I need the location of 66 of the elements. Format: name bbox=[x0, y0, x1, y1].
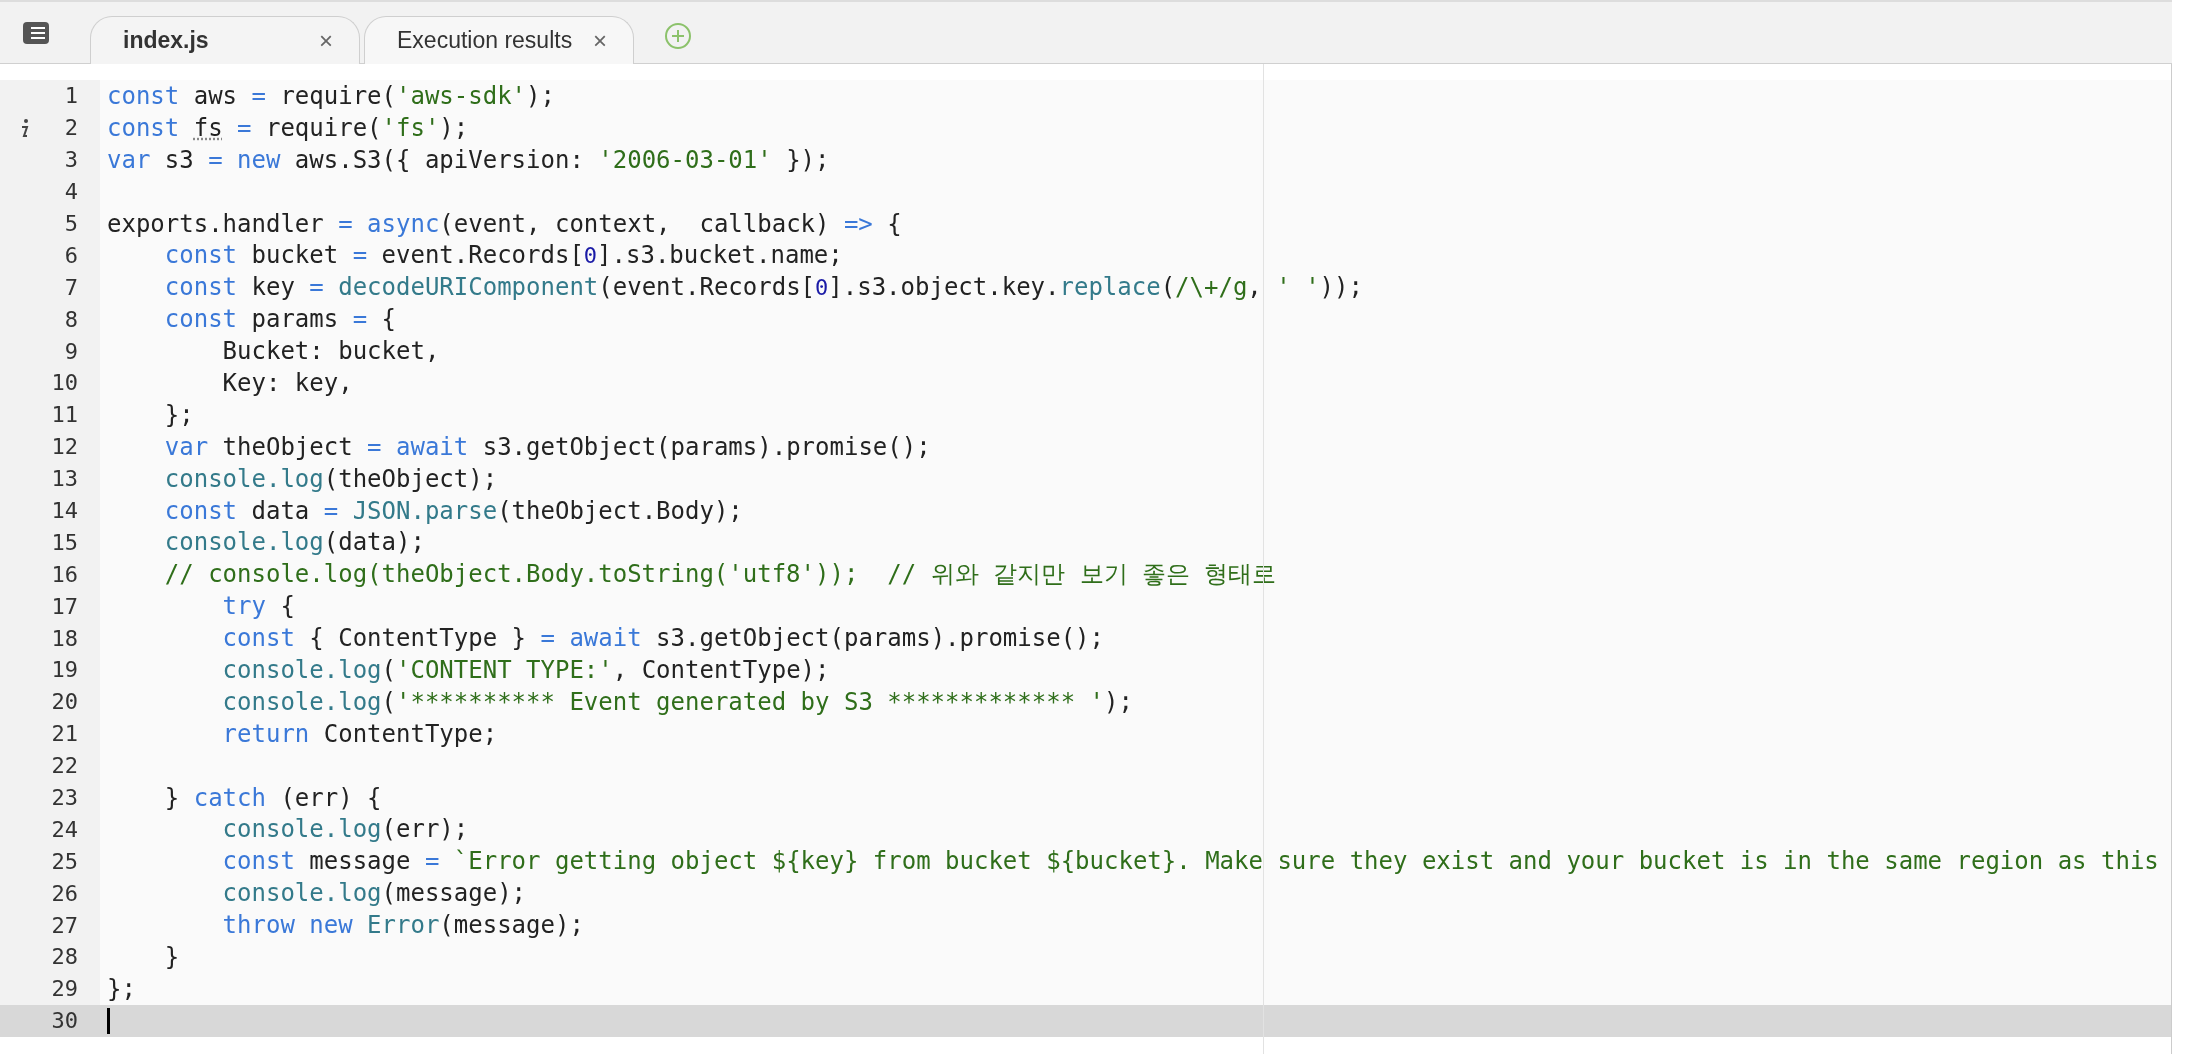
line-number: 30 bbox=[51, 1008, 78, 1034]
code-line: const data = JSON.parse(theObject.Body); bbox=[163, 496, 743, 525]
line-number: 25 bbox=[51, 848, 78, 874]
text-cursor bbox=[107, 1007, 110, 1034]
line-number: 2 bbox=[64, 115, 78, 141]
code-line: console.log(data); bbox=[163, 528, 425, 557]
code-editor[interactable] bbox=[0, 64, 2172, 1054]
line-number: 5 bbox=[64, 211, 78, 236]
close-button[interactable]: × bbox=[593, 26, 607, 55]
code-line: const bucket = event.Records[0].s3.bucket.name; bbox=[163, 241, 843, 270]
editor-tab[interactable]: Execution results × bbox=[364, 16, 634, 64]
line-number: 17 bbox=[51, 593, 78, 619]
line-number: 24 bbox=[51, 816, 78, 842]
code-line: console.log('********** Event generated by S3 ************* '); bbox=[221, 687, 1133, 716]
code-line: var s3 = new aws.S3({ apiVersion: '2006-03-01' }); bbox=[107, 145, 830, 174]
close-button[interactable]: × bbox=[319, 26, 333, 55]
code-line: throw new Error(message); bbox=[221, 911, 584, 940]
menu-icon[interactable] bbox=[22, 20, 52, 45]
line-number: 9 bbox=[64, 338, 78, 364]
line-number: 20 bbox=[51, 689, 78, 715]
line-number: 4 bbox=[64, 179, 78, 205]
line-number: 11 bbox=[51, 402, 78, 428]
code-line: console.log(message); bbox=[221, 879, 527, 908]
line-number: 7 bbox=[64, 274, 78, 300]
code-line: console.log(err); bbox=[221, 815, 469, 844]
line-number: 10 bbox=[51, 370, 78, 396]
code-line: // console.log(theObject.Body.toString('utf8')); // 위와 같지만 보기 좋은 형태로 bbox=[163, 559, 1277, 591]
code-line: const params = { bbox=[163, 305, 396, 334]
code-line: console.log(theObject); bbox=[163, 464, 498, 493]
line-number: 8 bbox=[64, 306, 78, 332]
line-number: 22 bbox=[51, 753, 78, 779]
code-line: return ContentType; bbox=[221, 719, 498, 748]
line-number: 28 bbox=[51, 944, 78, 970]
code-line: const fs = require('fs'); bbox=[107, 113, 469, 142]
code-line: Key: key, bbox=[221, 368, 353, 397]
code-line: try { bbox=[221, 592, 295, 621]
code-line: }; bbox=[163, 400, 194, 429]
code-line: Bucket: bucket, bbox=[221, 337, 440, 366]
code-line: }; bbox=[107, 974, 136, 1003]
code-line: const { ContentType } = await s3.getObject(params).promise(); bbox=[221, 624, 1104, 653]
line-number: 14 bbox=[51, 498, 78, 523]
line-number: 6 bbox=[64, 242, 78, 268]
code-line: const key = decodeURIComponent(event.Records[0].s3.object.key.replace(/\+/g, ' ')); bbox=[163, 273, 1363, 302]
tab-label[interactable]: index.js bbox=[123, 27, 209, 54]
code-line: } catch (err) { bbox=[163, 783, 382, 812]
line-number: 1 bbox=[64, 83, 78, 109]
line-number: 21 bbox=[51, 721, 78, 747]
line-number: 12 bbox=[51, 434, 78, 460]
line-number: 18 bbox=[51, 625, 78, 651]
line-number: 3 bbox=[64, 147, 78, 173]
line-number: 29 bbox=[51, 976, 78, 1002]
tab-label[interactable]: Execution results bbox=[397, 27, 573, 54]
code-line: var theObject = await s3.getObject(params).promise(); bbox=[163, 432, 931, 461]
code-line: console.log('CONTENT TYPE:', ContentType); bbox=[221, 655, 830, 684]
line-number: 13 bbox=[51, 466, 78, 492]
code-line: exports.handler = async(event, context, callback) => { bbox=[107, 209, 902, 238]
line-number: 27 bbox=[51, 912, 78, 938]
line-number: 15 bbox=[51, 529, 78, 555]
line-number: 16 bbox=[51, 561, 78, 587]
line-number: 19 bbox=[51, 657, 78, 683]
code-line: } bbox=[163, 943, 180, 971]
code-line: const aws = require('aws-sdk'); bbox=[107, 81, 555, 110]
editor-tab[interactable]: index.js × bbox=[90, 16, 360, 64]
line-number: 26 bbox=[51, 880, 78, 906]
code-line: const message = `Error getting object ${key} from bucket ${bucket}. Make sure they exist and your bucket is in the same region as this bbox=[221, 847, 2159, 876]
line-number: 23 bbox=[51, 785, 78, 811]
